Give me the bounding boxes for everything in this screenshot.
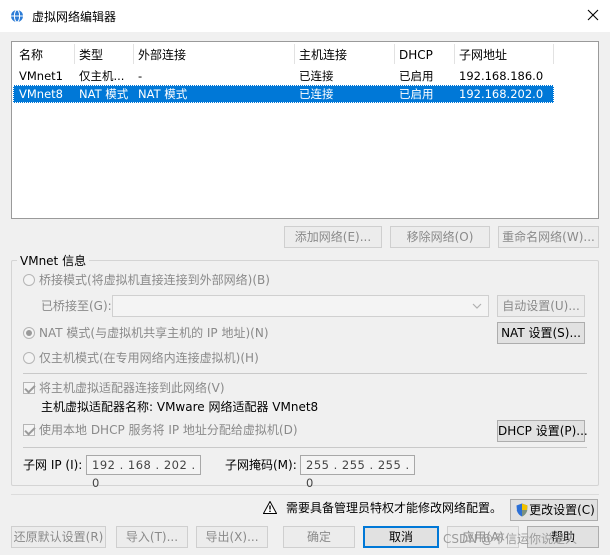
bridged-to-label: 已桥接至(G): (41, 299, 112, 313)
bridged-mode-label: 桥接模式(将虚拟机直接连接到外部网络)(B) (39, 273, 270, 287)
host-only-radio[interactable] (23, 352, 35, 364)
cell-dhcp: 已启用 (399, 87, 434, 101)
close-icon[interactable] (584, 6, 602, 24)
bridged-to-select[interactable] (112, 295, 489, 317)
connect-adapter-checkbox[interactable] (23, 382, 35, 394)
network-editor-icon (11, 9, 23, 23)
use-dhcp-label: 使用本地 DHCP 服务将 IP 地址分配给虚拟机(D) (39, 423, 298, 437)
chevron-down-icon (472, 303, 482, 309)
watermark-text: CSDN @不信运你说是人 (443, 532, 578, 546)
dhcp-settings-button[interactable]: DHCP 设置(P)... (497, 420, 588, 442)
bridged-mode-radio[interactable] (23, 274, 35, 286)
cell-type: NAT 模式 (79, 87, 129, 101)
ok-button[interactable]: 确定 (283, 526, 355, 548)
subnet-mask-label: 子网掩码(M): (225, 458, 297, 472)
vmnet-info-label: VMnet 信息 (17, 252, 90, 269)
restore-defaults-button[interactable]: 还原默认设置(R) (11, 526, 106, 548)
cell-dhcp: 已启用 (399, 69, 434, 83)
auto-settings-button[interactable]: 自动设置(U)... (497, 295, 585, 317)
table-row-vmnet8[interactable]: VMnet8 NAT 模式 NAT 模式 已连接 已启用 192.168.202… (13, 85, 554, 103)
column-header-subnet[interactable]: 子网地址 (454, 46, 507, 64)
cell-host: 已连接 (299, 69, 334, 83)
subnet-mask-field[interactable]: 255 . 255 . 255 . 0 (300, 455, 415, 490)
divider (23, 373, 587, 374)
connect-adapter-label: 将主机虚拟适配器连接到此网络(V) (39, 381, 225, 395)
divider (23, 447, 587, 448)
change-settings-label: 更改设置(C) (529, 503, 595, 517)
change-settings-button[interactable]: 更改设置(C) (510, 499, 598, 521)
column-header-name[interactable]: 名称 (14, 46, 43, 64)
title-bar: 虚拟网络编辑器 (0, 0, 610, 32)
window-title: 虚拟网络编辑器 (32, 10, 117, 24)
cell-name: VMnet8 (19, 87, 63, 101)
column-header-type[interactable]: 类型 (74, 46, 103, 64)
cell-subnet: 192.168.186.0 (459, 69, 544, 83)
remove-network-button[interactable]: 移除网络(O) (390, 226, 490, 248)
adapter-name-text: 主机虚拟适配器名称: VMware 网络适配器 VMnet8 (41, 400, 319, 414)
column-header-host[interactable]: 主机连接 (294, 46, 347, 64)
cancel-button[interactable]: 取消 (363, 526, 439, 548)
import-button[interactable]: 导入(T)... (116, 526, 188, 548)
subnet-ip-label: 子网 IP (I): (23, 458, 83, 472)
uac-shield-icon (516, 503, 528, 517)
warning-icon (263, 501, 277, 514)
subnet-ip-field[interactable]: 192 . 168 . 202 . 0 (86, 455, 201, 490)
table-row-vmnet1[interactable]: VMnet1 仅主机... - 已连接 已启用 192.168.186.0 (13, 67, 554, 85)
network-list[interactable]: 名称 类型 外部连接 主机连接 DHCP 子网地址 VMnet1 仅主机... … (11, 41, 599, 219)
nat-mode-radio[interactable] (23, 327, 35, 339)
admin-notice-text: 需要具备管理员特权才能修改网络配置。 (286, 501, 503, 515)
nat-mode-label: NAT 模式(与虚拟机共享主机的 IP 地址)(N) (39, 326, 269, 340)
add-network-button[interactable]: 添加网络(E)... (284, 226, 382, 248)
cell-external: NAT 模式 (138, 87, 188, 101)
cell-subnet: 192.168.202.0 (459, 87, 544, 101)
cell-external: - (138, 69, 143, 83)
cell-name: VMnet1 (19, 69, 63, 83)
export-button[interactable]: 导出(X)... (196, 526, 268, 548)
column-header-external[interactable]: 外部连接 (133, 46, 186, 64)
column-header-dhcp[interactable]: DHCP (394, 46, 433, 64)
divider (11, 494, 599, 495)
use-dhcp-checkbox[interactable] (23, 424, 35, 436)
host-only-label: 仅主机模式(在专用网络内连接虚拟机)(H) (39, 351, 259, 365)
rename-network-button[interactable]: 重命名网络(W)... (498, 226, 599, 248)
cell-host: 已连接 (299, 87, 334, 101)
cell-type: 仅主机... (79, 69, 125, 83)
nat-settings-button[interactable]: NAT 设置(S)... (497, 322, 585, 344)
